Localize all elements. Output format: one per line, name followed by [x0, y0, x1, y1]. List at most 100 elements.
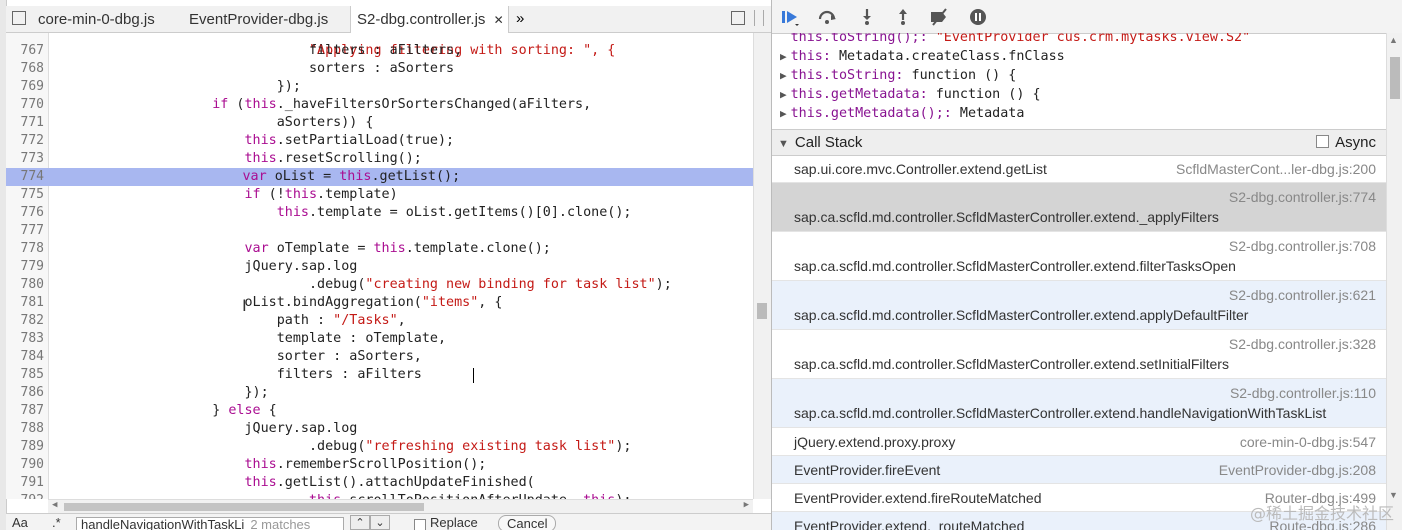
line-number[interactable]: 768 [6, 60, 44, 78]
code-line[interactable]: 787 } else { [6, 402, 753, 420]
code-line[interactable]: 770 if (this._haveFiltersOrSortersChange… [6, 96, 753, 114]
line-number[interactable]: 771 [6, 114, 44, 132]
code-line[interactable]: 772 this.setPartialLoad(true); [6, 132, 753, 150]
frame-location-link[interactable]: S2-dbg.controller.js:774 [1229, 189, 1376, 205]
step-over-icon[interactable] [818, 8, 836, 26]
code-line[interactable]: 771 aSorters)) { [6, 114, 753, 132]
replace-checkbox[interactable] [414, 519, 426, 530]
regex-icon[interactable]: .* [52, 515, 61, 530]
frame-location-link[interactable]: ScfldMasterCont...ler-dbg.js:200 [1176, 161, 1376, 177]
deactivate-breakpoints-icon[interactable] [930, 8, 948, 26]
code-line[interactable]: 786 }); [6, 384, 753, 402]
code-line[interactable]: 790 this.rememberScrollPosition(); [6, 456, 753, 474]
pause-on-exceptions-icon[interactable] [969, 8, 987, 26]
frame-location-link[interactable]: S2-dbg.controller.js:110 [1230, 385, 1376, 401]
code-line[interactable]: 791 this.getList().attachUpdateFinished( [6, 474, 753, 492]
expand-triangle-icon[interactable]: ▶ [780, 107, 787, 120]
line-number[interactable]: 770 [6, 96, 44, 114]
code-line-current[interactable]: 774 var oList = this.getList(); [6, 168, 753, 186]
line-number[interactable]: 791 [6, 474, 44, 492]
scope-property-row[interactable]: ▶ this: Metadata.createClass.fnClass [772, 47, 1065, 66]
frame-location-link[interactable]: S2-dbg.controller.js:708 [1229, 238, 1376, 254]
scroll-up-icon[interactable]: ▲ [1389, 35, 1398, 45]
pane-splitter-icon[interactable] [754, 10, 764, 26]
code-line[interactable]: 776 this.template = oList.getItems()[0].… [6, 204, 753, 222]
match-case-icon[interactable]: Aa [12, 515, 28, 530]
frame-location-link[interactable]: S2-dbg.controller.js:328 [1229, 336, 1376, 352]
line-number[interactable]: 785 [6, 366, 44, 384]
previous-match-icon[interactable]: ⌃ [350, 515, 370, 530]
close-tab-icon[interactable]: ✕ [494, 13, 504, 27]
hscroll-thumb[interactable] [64, 503, 424, 511]
scroll-right-icon[interactable]: ▶ [744, 500, 749, 510]
code-line[interactable]: 784 sorter : aSorters, [6, 348, 753, 366]
line-number[interactable]: 775 [6, 186, 44, 204]
code-line[interactable]: 781 oList.bindAggregation("items", { [6, 294, 753, 312]
scroll-down-icon[interactable]: ▼ [1389, 490, 1398, 500]
scope-property-row[interactable]: ▶ this.getMetadata();: Metadata [772, 104, 1024, 123]
code-line[interactable]: 768 sorters : aSorters [6, 60, 753, 78]
expand-triangle-icon[interactable]: ▶ [780, 88, 787, 101]
code-line[interactable]: 775 if (!this.template) [6, 186, 753, 204]
line-number[interactable]: 787 [6, 402, 44, 420]
frame-location-link[interactable]: core-min-0-dbg.js:547 [1240, 434, 1376, 450]
line-number[interactable]: 772 [6, 132, 44, 150]
tab-core-min[interactable]: core-min-0-dbg.js [38, 6, 155, 32]
frame-location-link[interactable]: S2-dbg.controller.js:621 [1229, 287, 1376, 303]
scope-property-row[interactable]: ▶ this.getMetadata: function () { [772, 85, 1041, 104]
scope-property-row[interactable]: ▶ this.toString: function () { [772, 66, 1016, 85]
expand-triangle-icon[interactable]: ▶ [780, 50, 787, 63]
line-number[interactable]: 767 [6, 42, 44, 60]
code-line[interactable]: 769 }); [6, 78, 753, 96]
line-number[interactable]: 790 [6, 456, 44, 474]
scope-property-row[interactable]: this.toString();: "EventProvider cus.crm… [772, 33, 1251, 47]
code-line[interactable]: 778 var oTemplate = this.template.clone(… [6, 240, 753, 258]
collapse-triangle-icon[interactable]: ▼ [778, 138, 789, 150]
toggle-navigator-icon[interactable] [12, 11, 26, 25]
call-stack-header[interactable]: ▼ Call Stack Async [772, 129, 1386, 156]
code-line[interactable]: 792 this.scrollToPositionAfterUpdate, th… [6, 492, 753, 499]
line-number[interactable]: 778 [6, 240, 44, 258]
code-editor[interactable]: "Applying filtering with sorting: ", { 7… [6, 33, 753, 499]
call-stack-frame[interactable]: sap.ca.scfld.md.controller.ScfldMasterCo… [772, 281, 1386, 330]
code-line[interactable]: 788 jQuery.sap.log [6, 420, 753, 438]
call-stack-frame[interactable]: sap.ca.scfld.md.controller.ScfldMasterCo… [772, 330, 1386, 379]
tab-eventprovider[interactable]: EventProvider-dbg.js [189, 6, 328, 32]
code-line[interactable]: 782 path : "/Tasks", [6, 312, 753, 330]
call-stack-frame[interactable]: sap.ui.core.mvc.Controller.extend.getLis… [772, 155, 1386, 183]
line-number[interactable]: 774 [6, 168, 44, 186]
resume-icon[interactable] [781, 8, 799, 26]
line-number[interactable]: 779 [6, 258, 44, 276]
more-tabs-icon[interactable]: » [516, 6, 524, 32]
line-number[interactable]: 788 [6, 420, 44, 438]
call-stack-frame[interactable]: jQuery.extend.proxy.proxy core-min-0-dbg.… [772, 428, 1386, 456]
tab-s2-controller[interactable]: S2-dbg.controller.js ✕ [350, 6, 509, 33]
async-toggle[interactable]: Async [1316, 130, 1376, 155]
line-number[interactable]: 773 [6, 150, 44, 168]
call-stack-frame[interactable]: EventProvider.fireEvent EventProvider-dbg… [772, 456, 1386, 484]
line-number[interactable]: 782 [6, 312, 44, 330]
scroll-thumb[interactable] [757, 303, 767, 319]
line-number[interactable]: 789 [6, 438, 44, 456]
sidebar-vertical-scrollbar[interactable]: ▲ ▼ [1386, 33, 1402, 530]
call-stack-frame[interactable]: sap.ca.scfld.md.controller.ScfldMasterCo… [772, 379, 1386, 428]
scroll-left-icon[interactable]: ◀ [52, 500, 57, 510]
sidebar-scroll-thumb[interactable] [1390, 57, 1400, 99]
code-line[interactable]: 783 template : oTemplate, [6, 330, 753, 348]
line-number[interactable]: 792 [6, 492, 44, 499]
code-line[interactable]: 773 this.resetScrolling(); [6, 150, 753, 168]
async-checkbox[interactable] [1316, 135, 1330, 149]
code-line[interactable]: 789 .debug("refreshing existing task lis… [6, 438, 753, 456]
call-stack-frame[interactable]: sap.ca.scfld.md.controller.ScfldMasterCo… [772, 183, 1386, 232]
line-number[interactable]: 783 [6, 330, 44, 348]
code-line[interactable]: 780 .debug("creating new binding for tas… [6, 276, 753, 294]
code-line[interactable]: 767 filters : aFilters, [6, 42, 753, 60]
frame-location-link[interactable]: EventProvider-dbg.js:208 [1219, 462, 1376, 478]
line-number[interactable]: 781 [6, 294, 44, 312]
step-out-icon[interactable] [894, 8, 912, 26]
line-number[interactable]: 777 [6, 222, 44, 240]
cancel-search-button[interactable]: Cancel [498, 515, 557, 530]
expand-triangle-icon[interactable]: ▶ [780, 69, 787, 82]
editor-horizontal-scrollbar[interactable]: ◀ ▶ [48, 499, 753, 514]
code-line[interactable]: 779 jQuery.sap.log [6, 258, 753, 276]
